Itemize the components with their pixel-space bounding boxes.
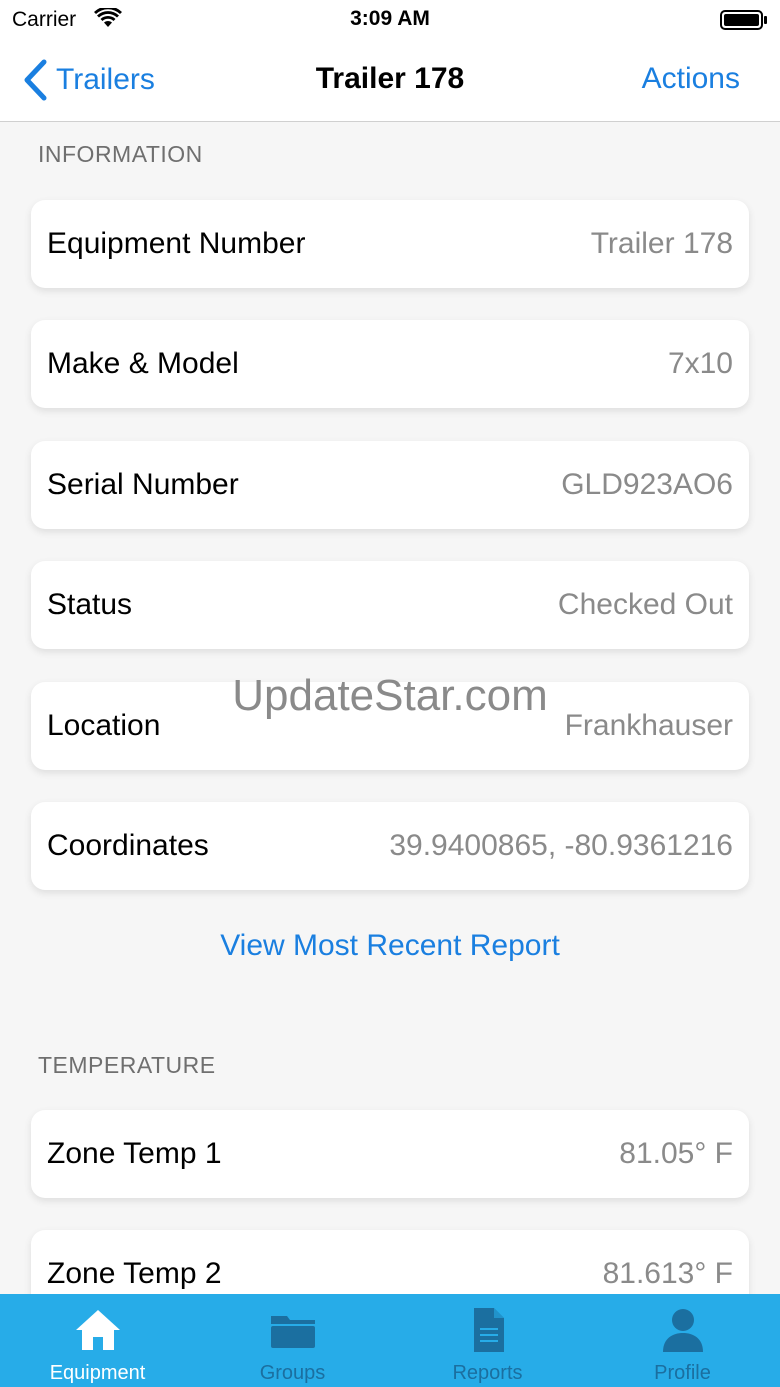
info-row-coordinates[interactable]: Coordinates 39.9400865, -80.9361216 <box>31 802 749 890</box>
tab-label: Profile <box>654 1362 711 1384</box>
row-label: Zone Temp 2 <box>47 1257 222 1290</box>
temp-row-zone-1[interactable]: Zone Temp 1 81.05° F <box>31 1110 749 1198</box>
status-bar: Carrier 3:09 AM <box>0 0 780 42</box>
info-row-location[interactable]: Location Frankhauser <box>31 682 749 770</box>
screen: Carrier 3:09 AM Trailers Trailer 178 Act… <box>0 0 780 1387</box>
navigation-bar: Trailers Trailer 178 Actions <box>0 42 780 122</box>
row-label: Location <box>47 709 161 742</box>
row-value: Checked Out <box>557 588 733 621</box>
tab-equipment[interactable]: Equipment <box>0 1294 195 1387</box>
back-button[interactable]: Trailers <box>22 58 155 102</box>
tab-bar: Equipment Groups Reports Profile <box>0 1294 780 1387</box>
row-label: Make & Model <box>47 347 239 380</box>
tab-label: Equipment <box>49 1362 146 1384</box>
row-label: Status <box>47 588 133 621</box>
row-value: Trailer 178 <box>590 227 733 260</box>
folder-icon <box>270 1316 315 1348</box>
row-value: 39.9400865, -80.9361216 <box>389 829 733 862</box>
row-label: Equipment Number <box>47 227 306 260</box>
tab-reports[interactable]: Reports <box>390 1294 585 1387</box>
row-value: 7x10 <box>667 347 733 380</box>
document-icon <box>473 1308 504 1352</box>
info-row-serial-number[interactable]: Serial Number GLD923AO6 <box>31 441 749 529</box>
info-row-status[interactable]: Status Checked Out <box>31 561 749 649</box>
row-label: Serial Number <box>47 468 239 501</box>
house-icon <box>75 1310 120 1350</box>
row-value: 81.05° F <box>619 1137 733 1170</box>
tab-label: Groups <box>259 1362 326 1384</box>
chevron-left-icon <box>24 59 47 101</box>
row-value: 81.613° F <box>602 1257 733 1290</box>
tab-profile[interactable]: Profile <box>585 1294 780 1387</box>
back-label: Trailers <box>56 63 155 96</box>
status-time: 3:09 AM <box>350 7 430 30</box>
row-label: Zone Temp 1 <box>47 1137 222 1170</box>
info-row-make-model[interactable]: Make & Model 7x10 <box>31 320 749 408</box>
section-header-information: INFORMATION <box>38 141 203 167</box>
info-row-equipment-number[interactable]: Equipment Number Trailer 178 <box>31 200 749 288</box>
section-header-temperature: TEMPERATURE <box>38 1052 216 1078</box>
row-value: GLD923AO6 <box>561 468 733 501</box>
detail-content[interactable]: INFORMATION Equipment Number Trailer 178… <box>0 123 780 1294</box>
person-icon <box>662 1309 703 1352</box>
tab-groups[interactable]: Groups <box>195 1294 390 1387</box>
actions-button[interactable]: Actions <box>642 62 740 96</box>
row-value: Frankhauser <box>564 709 733 742</box>
tab-label: Reports <box>452 1362 523 1384</box>
view-recent-report-link[interactable]: View Most Recent Report <box>0 929 780 963</box>
battery-icon <box>720 10 767 30</box>
row-label: Coordinates <box>47 829 209 862</box>
temp-row-zone-2[interactable]: Zone Temp 2 81.613° F <box>31 1230 749 1294</box>
